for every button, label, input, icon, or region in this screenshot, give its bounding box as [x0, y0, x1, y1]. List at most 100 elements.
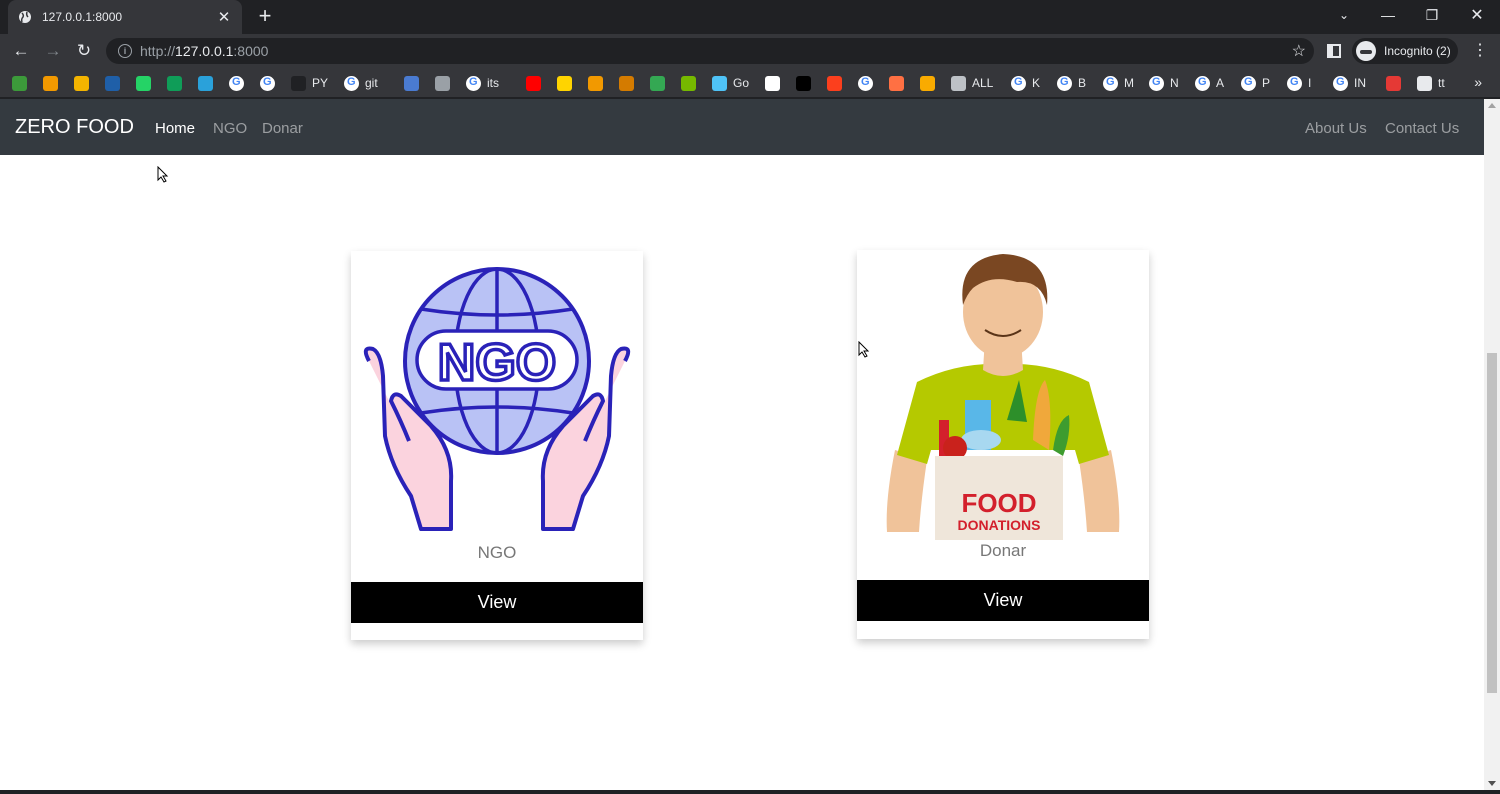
bookmark-item[interactable] [619, 74, 634, 92]
bookmark-item[interactable] [650, 74, 665, 92]
menu-icon[interactable]: ⋮ [1472, 40, 1488, 60]
bookmark-item[interactable]: I [1287, 74, 1311, 92]
bookmark-item[interactable] [105, 74, 120, 92]
nav-home[interactable]: Home [155, 120, 195, 137]
github-icon [291, 75, 306, 91]
grid-icon [404, 75, 419, 91]
ieee-icon [105, 75, 120, 91]
site-navbar: ZERO FOOD Home NGO Donar About Us Contac… [0, 99, 1484, 155]
bookmark-item[interactable]: Go [712, 74, 749, 92]
google-icon [1057, 75, 1072, 91]
car-icon [435, 75, 450, 91]
donar-view-button[interactable]: View [857, 580, 1149, 621]
incognito-icon [1356, 41, 1376, 61]
address-bar[interactable]: i http://127.0.0.1:8000 ☆ [106, 38, 1314, 64]
restore-icon[interactable]: ❐ [1410, 0, 1454, 30]
url-scheme: http:// [140, 43, 176, 59]
bookmark-item[interactable] [260, 74, 275, 92]
site-brand[interactable]: ZERO FOOD [15, 116, 134, 139]
bookmark-item[interactable] [920, 74, 935, 92]
bookmark-item[interactable] [435, 74, 450, 92]
url-port: :8000 [233, 43, 269, 59]
bookmark-item[interactable] [827, 74, 842, 92]
bookmark-item[interactable] [198, 74, 213, 92]
bookmark-item[interactable]: K [1011, 74, 1040, 92]
bookmark-label: Go [733, 76, 750, 90]
bookmark-label: PY [312, 76, 329, 90]
doc-icon [765, 75, 780, 91]
address-toolbar: ← → ↻ i http://127.0.0.1:8000 ☆ [0, 34, 1500, 68]
bookmark-item[interactable]: its [466, 74, 499, 92]
bookmark-item[interactable] [765, 74, 780, 92]
bookmark-item[interactable]: A [1195, 74, 1224, 92]
orange-icon [43, 75, 58, 91]
pdf-icon [1386, 75, 1401, 91]
ngo-view-button[interactable]: View [351, 582, 643, 623]
green-icon [12, 75, 27, 91]
bookmark-item[interactable] [889, 74, 904, 92]
green-plus-icon [167, 75, 182, 91]
bookmark-item[interactable]: P [1241, 74, 1270, 92]
bookmark-item[interactable] [588, 74, 603, 92]
bookmark-item[interactable]: git [344, 74, 378, 92]
bookmark-label: B [1078, 76, 1087, 90]
more-bookmarks-icon[interactable]: » [1474, 74, 1482, 90]
tab-search-icon[interactable]: ⌄ [1322, 0, 1366, 30]
nav-ngo[interactable]: NGO [213, 120, 247, 137]
new-tab-button[interactable]: + [254, 5, 276, 27]
side-panel-icon[interactable] [1327, 44, 1341, 58]
scroll-thumb[interactable] [1487, 353, 1497, 693]
bookmark-item[interactable] [796, 74, 811, 92]
donar-caption: Donar [979, 541, 1027, 560]
bookmark-item[interactable] [12, 74, 27, 92]
ngo-caption: NGO [477, 543, 517, 562]
mouse-cursor-icon [157, 166, 169, 183]
bookmark-item[interactable]: tt [1417, 74, 1445, 92]
bookmark-item[interactable] [43, 74, 58, 92]
bookmark-item[interactable] [681, 74, 696, 92]
google-icon [1241, 75, 1256, 91]
scroll-down-icon[interactable] [1488, 781, 1496, 786]
p-icon [557, 75, 572, 91]
bookmark-item[interactable]: ALL [951, 74, 993, 92]
bookmark-item[interactable]: IN [1333, 74, 1366, 92]
bookmark-item[interactable] [229, 74, 244, 92]
donations-box-text: DONATIONS [958, 517, 1041, 533]
bookmark-item[interactable]: M [1103, 74, 1134, 92]
profile-button[interactable]: Incognito (2) [1352, 38, 1458, 64]
bookmark-star-icon[interactable]: ☆ [1292, 41, 1306, 61]
reload-icon[interactable]: ↻ [72, 39, 96, 63]
window-bottom-edge [0, 790, 1500, 794]
info-icon[interactable]: i [118, 44, 132, 58]
google-icon [858, 75, 873, 91]
scroll-up-icon[interactable] [1488, 103, 1496, 108]
bookmark-item[interactable]: PY [291, 74, 328, 92]
nav-donar[interactable]: Donar [262, 120, 303, 137]
bookmark-item[interactable] [1386, 74, 1401, 92]
forward-icon[interactable]: → [41, 39, 65, 63]
bookmark-item[interactable] [526, 74, 541, 92]
donar-illustration: FOOD DONATIONS [886, 254, 1120, 540]
close-tab-icon[interactable]: ✕ [216, 8, 232, 26]
ngo-card: NGO NGO View [351, 251, 643, 640]
close-window-icon[interactable]: ✕ [1455, 0, 1499, 30]
nav-about-us[interactable]: About Us [1305, 120, 1367, 137]
bookmark-item[interactable] [557, 74, 572, 92]
bookmark-item[interactable] [858, 74, 873, 92]
bookmark-item[interactable] [167, 74, 182, 92]
browser-tab[interactable]: 127.0.0.1:8000 ✕ [8, 0, 242, 34]
bookmark-item[interactable]: N [1149, 74, 1179, 92]
back-icon[interactable]: ← [9, 39, 33, 63]
bookmark-item[interactable] [74, 74, 89, 92]
google-icon [466, 75, 481, 91]
page-scrollbar[interactable] [1484, 99, 1500, 790]
minimize-icon[interactable]: — [1366, 0, 1410, 30]
google-icon [1287, 75, 1302, 91]
bookmark-label: A [1216, 76, 1225, 90]
bookmark-item[interactable] [136, 74, 151, 92]
nvidia-icon [681, 75, 696, 91]
bookmark-item[interactable]: B [1057, 74, 1086, 92]
bookmark-item[interactable] [404, 74, 419, 92]
nav-contact-us[interactable]: Contact Us [1385, 120, 1459, 137]
bookmark-label: P [1262, 76, 1271, 90]
